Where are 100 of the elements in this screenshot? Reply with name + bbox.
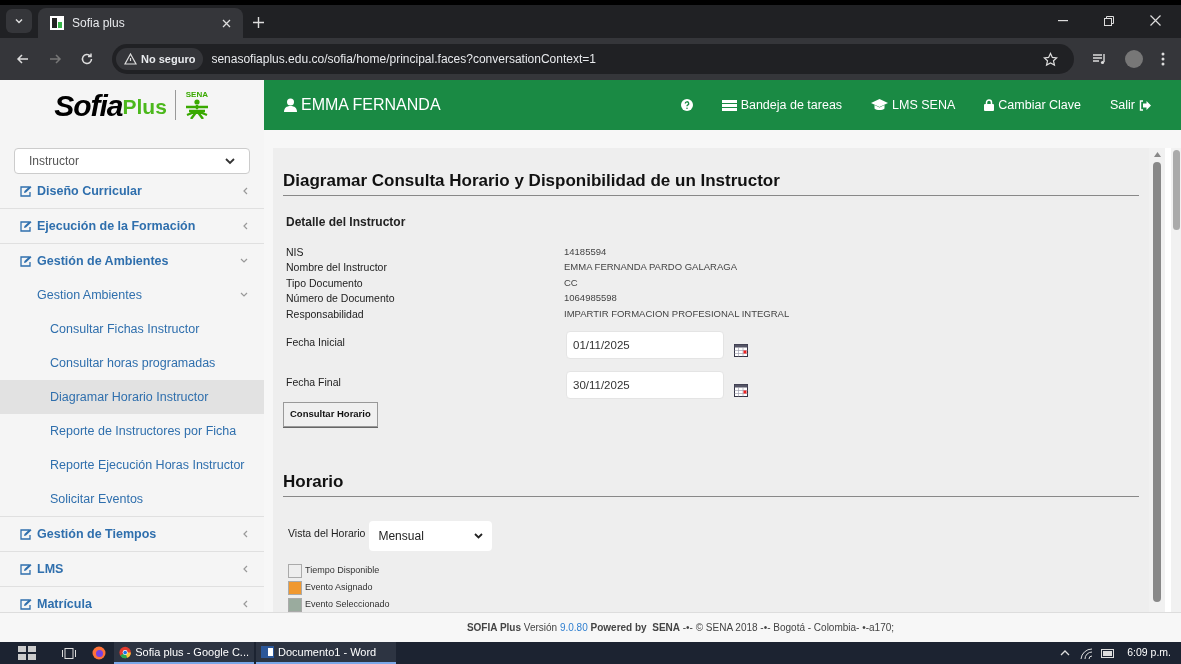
logo-word: Plus xyxy=(122,95,167,121)
menu-item[interactable]: Matrícula xyxy=(0,587,264,612)
chrome-icon xyxy=(119,645,132,659)
submenu-link[interactable]: Diagramar Horario Instructor xyxy=(0,380,264,414)
footer-text: SOFIA Plus Versión 9.0.80 Powered by SENA -•- © SENA 2018 -•- Bogotá - Colombia- •-a170; xyxy=(466,621,895,635)
detail-label: Nombre del Instructor xyxy=(286,260,388,275)
warning-icon xyxy=(124,53,137,65)
back-icon[interactable] xyxy=(16,52,30,66)
menu-icon[interactable] xyxy=(1161,52,1165,66)
detail-value: CC xyxy=(564,275,578,290)
field-label: Fecha Inicial xyxy=(286,335,346,350)
menu-item[interactable]: Gestión de Tiempos xyxy=(0,517,264,551)
field-label: Fecha Final xyxy=(286,375,342,390)
help-icon[interactable] xyxy=(680,99,693,111)
field-label: Vista del Horario xyxy=(288,526,366,542)
security-chip[interactable]: No seguro xyxy=(116,48,204,70)
submenu-link[interactable]: Consultar horas programadas xyxy=(0,346,264,380)
section-heading: Horario xyxy=(283,469,1139,497)
legend-label: Tiempo Disponible xyxy=(305,564,380,578)
site-favicon xyxy=(50,16,64,30)
detail-label: Responsabilidad xyxy=(286,306,365,322)
forward-icon[interactable] xyxy=(48,52,62,66)
submenu-link[interactable]: Consultar Fichas Instructor xyxy=(0,312,264,346)
clock-text[interactable]: 6:09 p.m. xyxy=(1127,645,1171,661)
date-field[interactable]: 01/11/2025 xyxy=(566,331,724,359)
browser-tab[interactable]: Sofia plus xyxy=(38,8,243,38)
edit-icon xyxy=(20,598,32,610)
tasks-icon xyxy=(721,99,737,111)
new-tab-icon[interactable] xyxy=(253,17,264,28)
header-link[interactable]: LMS SENA xyxy=(871,95,956,115)
header-link[interactable]: Cambiar Clave xyxy=(984,95,1081,115)
edit-icon xyxy=(20,185,32,197)
submenu-link[interactable]: Solicitar Eventos xyxy=(0,482,264,516)
chevron-left-icon xyxy=(242,530,248,538)
chevron-left-icon xyxy=(242,222,248,230)
page-title: Diagramar Consulta Horario y Disponibilidad de un Instructor xyxy=(283,168,1139,196)
detail-value: 14185594 xyxy=(564,244,607,259)
consult-button[interactable]: Consultar Horario xyxy=(283,402,378,427)
menu-item[interactable]: Gestión de Ambientes xyxy=(0,244,264,278)
chevron-left-icon xyxy=(242,565,248,573)
edit-icon xyxy=(20,255,32,267)
url-text: senasofiaplus.edu.co/sofia/home/principal.faces?conversationContext=1 xyxy=(211,51,597,68)
detail-label: NIS xyxy=(286,244,305,260)
exit-icon xyxy=(1139,99,1151,111)
date-field[interactable]: 30/11/2025 xyxy=(566,371,724,399)
scrollbar[interactable] xyxy=(1149,148,1165,612)
chevron-up-icon[interactable] xyxy=(1060,650,1071,656)
close-icon[interactable] xyxy=(1150,15,1161,26)
header-link[interactable]: Salir xyxy=(1110,95,1151,115)
chevron-left-icon xyxy=(242,187,248,195)
chevron-left-icon xyxy=(242,600,248,608)
submenu-link[interactable]: Reporte Ejecución Horas Instructor xyxy=(0,448,264,482)
firefox-icon[interactable] xyxy=(92,646,106,660)
scroll-up-icon[interactable] xyxy=(1153,152,1161,157)
menu-item[interactable]: Ejecución de la Formación xyxy=(0,209,264,243)
detail-value: 1064985598 xyxy=(564,291,617,305)
task-view-icon[interactable] xyxy=(62,647,76,659)
bookmark-star-icon[interactable] xyxy=(1043,51,1058,67)
legend-label: Evento Seleccionado xyxy=(305,598,390,612)
user-icon xyxy=(284,98,297,112)
chevron-down-icon xyxy=(240,258,248,264)
taskbar-app[interactable]: Sofia plus - Google C... xyxy=(114,642,254,664)
calendar-icon[interactable] xyxy=(734,384,748,397)
logo-mark-text: SENA xyxy=(185,91,208,99)
wifi-icon[interactable] xyxy=(1080,647,1094,659)
logo-word: Sofia xyxy=(54,87,123,124)
battery-icon[interactable] xyxy=(1101,648,1116,658)
edit-icon xyxy=(20,220,32,232)
address-bar[interactable]: No seguro senasofiaplus.edu.co/sofia/home/principal.faces?conversationContext=1 xyxy=(112,44,1074,74)
submenu-item[interactable]: Gestion Ambientes xyxy=(0,278,264,312)
legend-label: Evento Asignado xyxy=(305,581,373,595)
chevron-down-icon xyxy=(225,157,235,165)
taskbar-app[interactable]: Documento1 - Word xyxy=(256,642,396,664)
calendar-icon[interactable] xyxy=(734,344,748,357)
submenu-link[interactable]: Reporte de Instructores por Ficha xyxy=(0,414,264,448)
page-scrollbar[interactable] xyxy=(1171,148,1181,612)
edit-icon xyxy=(20,528,32,540)
chevron-down-icon xyxy=(474,532,484,539)
edit-icon xyxy=(20,563,32,575)
profile-avatar[interactable] xyxy=(1125,50,1143,68)
media-control-icon[interactable] xyxy=(1092,53,1107,65)
restore-icon[interactable] xyxy=(1104,15,1114,26)
chevron-down-icon[interactable] xyxy=(14,16,24,26)
role-select[interactable]: Instructor xyxy=(14,148,250,174)
lock-icon xyxy=(984,99,995,111)
start-icon[interactable] xyxy=(18,646,36,660)
menu-item[interactable]: LMS xyxy=(0,552,264,586)
sena-logo-icon xyxy=(183,99,210,119)
minimize-icon[interactable] xyxy=(1058,19,1068,22)
detail-label: Tipo Documento xyxy=(286,275,364,291)
close-icon[interactable] xyxy=(222,18,231,28)
chevron-down-icon xyxy=(240,292,248,298)
user-name: EMMA FERNANDA xyxy=(284,93,441,117)
view-select[interactable]: Mensual xyxy=(369,520,493,551)
detail-label: Número de Documento xyxy=(286,291,396,306)
reload-icon[interactable] xyxy=(80,52,94,66)
detail-value: EMMA FERNANDA PARDO GALARAGA xyxy=(564,260,737,274)
header-link[interactable]: Bandeja de tareas xyxy=(721,95,843,115)
graduation-cap-icon xyxy=(871,99,889,111)
menu-item[interactable]: Diseño Curricular xyxy=(0,174,264,208)
